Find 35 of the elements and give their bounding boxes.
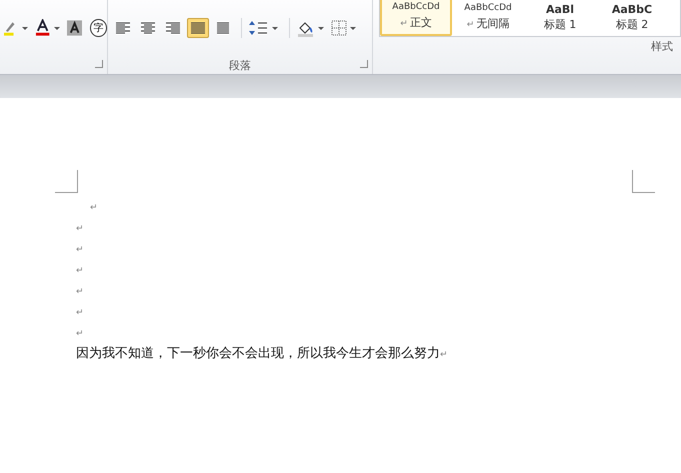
style-item[interactable]: AaBl 标题 1	[524, 0, 596, 36]
paragraph: ↵	[76, 307, 85, 320]
paragraph: 因为我不知道，下一秒你会不会出现，所以我今生才会那么努力↵	[76, 345, 449, 363]
dialog-launcher-icon[interactable]	[360, 60, 368, 68]
paragraph: ↵	[76, 286, 85, 299]
line-spacing-icon[interactable]	[249, 20, 269, 36]
margin-corner-mark	[55, 170, 78, 193]
paragraph: ↵	[76, 223, 85, 236]
paragraph: ↵	[76, 244, 85, 257]
dropdown-arrow-icon[interactable]	[22, 26, 28, 30]
group-label: 段落	[229, 58, 251, 72]
text-lines-icon	[165, 21, 181, 35]
font-color-icon[interactable]	[35, 19, 50, 37]
borders-icon[interactable]	[331, 20, 347, 36]
paragraph: ↵	[76, 328, 85, 341]
style-item[interactable]: AaBbCcDd ↵ 正文	[380, 0, 452, 36]
style-item[interactable]: AaBbC 标题 2	[596, 0, 668, 36]
text-lines-icon	[215, 21, 231, 35]
align-justify-button[interactable]	[187, 18, 209, 38]
text-lines-icon	[140, 21, 156, 35]
dropdown-arrow-icon[interactable]	[272, 26, 278, 30]
paint-bucket-icon[interactable]	[297, 20, 315, 36]
dropdown-arrow-icon[interactable]	[350, 26, 356, 30]
dropdown-arrow-icon[interactable]	[318, 26, 324, 30]
enclose-characters-button[interactable]: 字	[90, 19, 107, 37]
character-shading-icon[interactable]	[66, 20, 82, 36]
paragraph: ↵	[76, 265, 85, 278]
style-item[interactable]: AaBbCcDd ↵ 无间隔	[452, 0, 524, 36]
text-lines-icon	[115, 21, 131, 35]
dialog-launcher-icon[interactable]	[95, 60, 103, 68]
text-lines-icon	[190, 21, 206, 35]
dropdown-arrow-icon[interactable]	[54, 26, 60, 30]
margin-corner-mark	[632, 170, 655, 193]
group-label: 样式	[651, 38, 673, 54]
paragraph: ↵	[89, 202, 99, 215]
